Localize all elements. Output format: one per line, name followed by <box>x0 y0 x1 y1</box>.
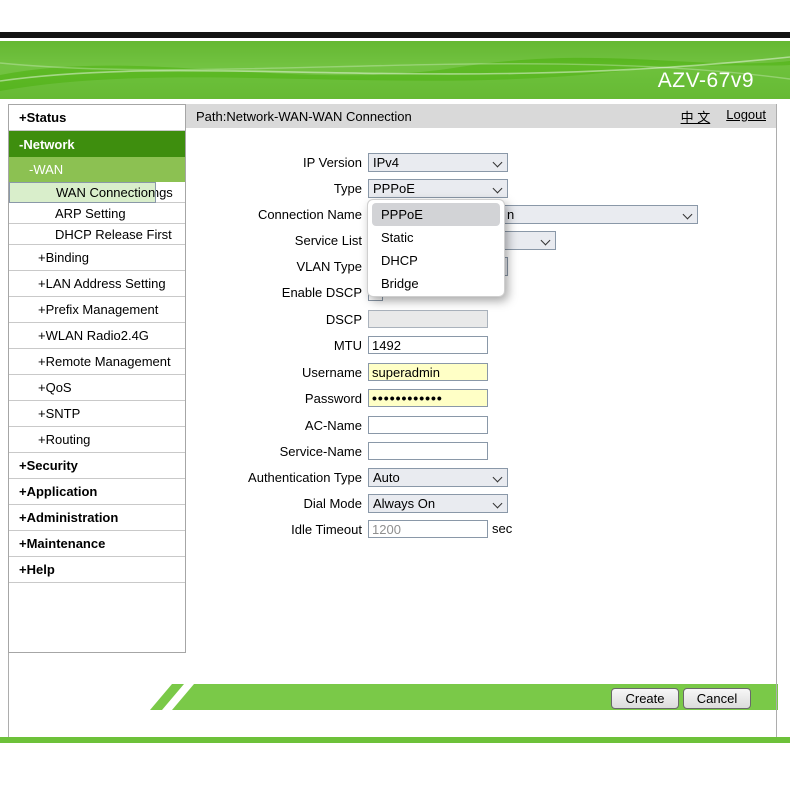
mtu-label: MTU <box>186 337 362 355</box>
sidebar-item-administration[interactable]: +Administration <box>9 505 185 531</box>
sidebar-item-help[interactable]: +Help <box>9 557 185 583</box>
sidebar-item-qos[interactable]: +QoS <box>9 375 185 401</box>
sidebar-item-wan[interactable]: -WAN <box>9 157 185 182</box>
breadcrumb: Path:Network-WAN-WAN Connection <box>196 109 412 124</box>
path-bar: Path:Network-WAN-WAN Connection 中 文 Logo… <box>186 104 776 128</box>
sidebar-item-wan-connection[interactable]: WAN Connection <box>9 182 156 203</box>
authentication-type-label: Authentication Type <box>186 469 362 487</box>
sidebar-item-binding[interactable]: +Binding <box>9 245 185 271</box>
idle-timeout-unit: sec <box>492 521 512 536</box>
username-label: Username <box>186 364 362 382</box>
top-black-bar <box>0 32 790 38</box>
enable-dscp-label: Enable DSCP <box>186 284 362 302</box>
dropdown-option-dhcp[interactable]: DHCP <box>368 249 504 272</box>
content-right-border <box>776 104 777 737</box>
sidebar-item-arp-setting[interactable]: ARP Setting <box>9 203 185 224</box>
ac-name-label: AC-Name <box>186 417 362 435</box>
connection-name-label: Connection Name <box>186 206 362 224</box>
chevron-down-icon <box>541 236 551 246</box>
mtu-input[interactable] <box>368 336 488 354</box>
sidebar-item-maintenance[interactable]: +Maintenance <box>9 531 185 557</box>
chevron-down-icon <box>493 184 503 194</box>
sidebar-item-status[interactable]: +Status <box>9 105 185 131</box>
dscp-input[interactable] <box>368 310 488 328</box>
sidebar-item-security[interactable]: +Security <box>9 453 185 479</box>
create-button[interactable]: Create <box>611 688 679 709</box>
chevron-down-icon <box>493 158 503 168</box>
type-label: Type <box>186 180 362 198</box>
dropdown-option-pppoe[interactable]: PPPoE <box>372 203 500 226</box>
ip-version-label: IP Version <box>186 154 362 172</box>
ac-name-input[interactable] <box>368 416 488 434</box>
service-name-input[interactable] <box>368 442 488 460</box>
footer-line <box>0 737 790 743</box>
sidebar-item-routing[interactable]: +Routing <box>9 427 185 453</box>
service-list-label: Service List <box>186 232 362 250</box>
ip-version-select[interactable]: IPv4 <box>368 153 508 172</box>
language-link[interactable]: 中 文 <box>681 107 711 126</box>
password-input[interactable] <box>368 389 488 407</box>
header-banner: AZV-67v9 <box>0 41 790 99</box>
sidebar-item-lan-address-setting[interactable]: +LAN Address Setting <box>9 271 185 297</box>
dial-mode-label: Dial Mode <box>186 495 362 513</box>
content-left-border <box>8 653 9 737</box>
sidebar-item-wlan-radio[interactable]: +WLAN Radio2.4G <box>9 323 185 349</box>
sidebar-item-remote-management[interactable]: +Remote Management <box>9 349 185 375</box>
sidebar-item-dhcp-release-first[interactable]: DHCP Release First <box>9 224 185 245</box>
type-select[interactable]: PPPoE <box>368 179 508 198</box>
sidebar-item-sntp[interactable]: +SNTP <box>9 401 185 427</box>
sidebar: +Status -Network -WAN WAN Connection 4in… <box>8 104 186 653</box>
chevron-down-icon <box>493 499 503 509</box>
chevron-down-icon <box>493 473 503 483</box>
authentication-type-select[interactable]: Auto <box>368 468 508 487</box>
dial-mode-select[interactable]: Always On <box>368 494 508 513</box>
username-input[interactable] <box>368 363 488 381</box>
logout-link[interactable]: Logout <box>726 107 766 126</box>
idle-timeout-label: Idle Timeout <box>186 521 362 539</box>
password-label: Password <box>186 390 362 408</box>
type-dropdown-popup: PPPoE Static DHCP Bridge <box>367 199 505 297</box>
dropdown-option-static[interactable]: Static <box>368 226 504 249</box>
cancel-button[interactable]: Cancel <box>683 688 751 709</box>
dscp-label: DSCP <box>186 311 362 329</box>
router-admin-page: AZV-67v9 Path:Network-WAN-WAN Connection… <box>0 0 790 790</box>
sidebar-item-application[interactable]: +Application <box>9 479 185 505</box>
sidebar-item-prefix-management[interactable]: +Prefix Management <box>9 297 185 323</box>
chevron-down-icon <box>683 210 693 220</box>
vlan-type-label: VLAN Type <box>186 258 362 276</box>
sidebar-item-network[interactable]: -Network <box>9 131 185 157</box>
service-name-label: Service-Name <box>186 443 362 461</box>
idle-timeout-input[interactable] <box>368 520 488 538</box>
product-title: AZV-67v9 <box>658 69 754 93</box>
dropdown-option-bridge[interactable]: Bridge <box>368 272 504 295</box>
